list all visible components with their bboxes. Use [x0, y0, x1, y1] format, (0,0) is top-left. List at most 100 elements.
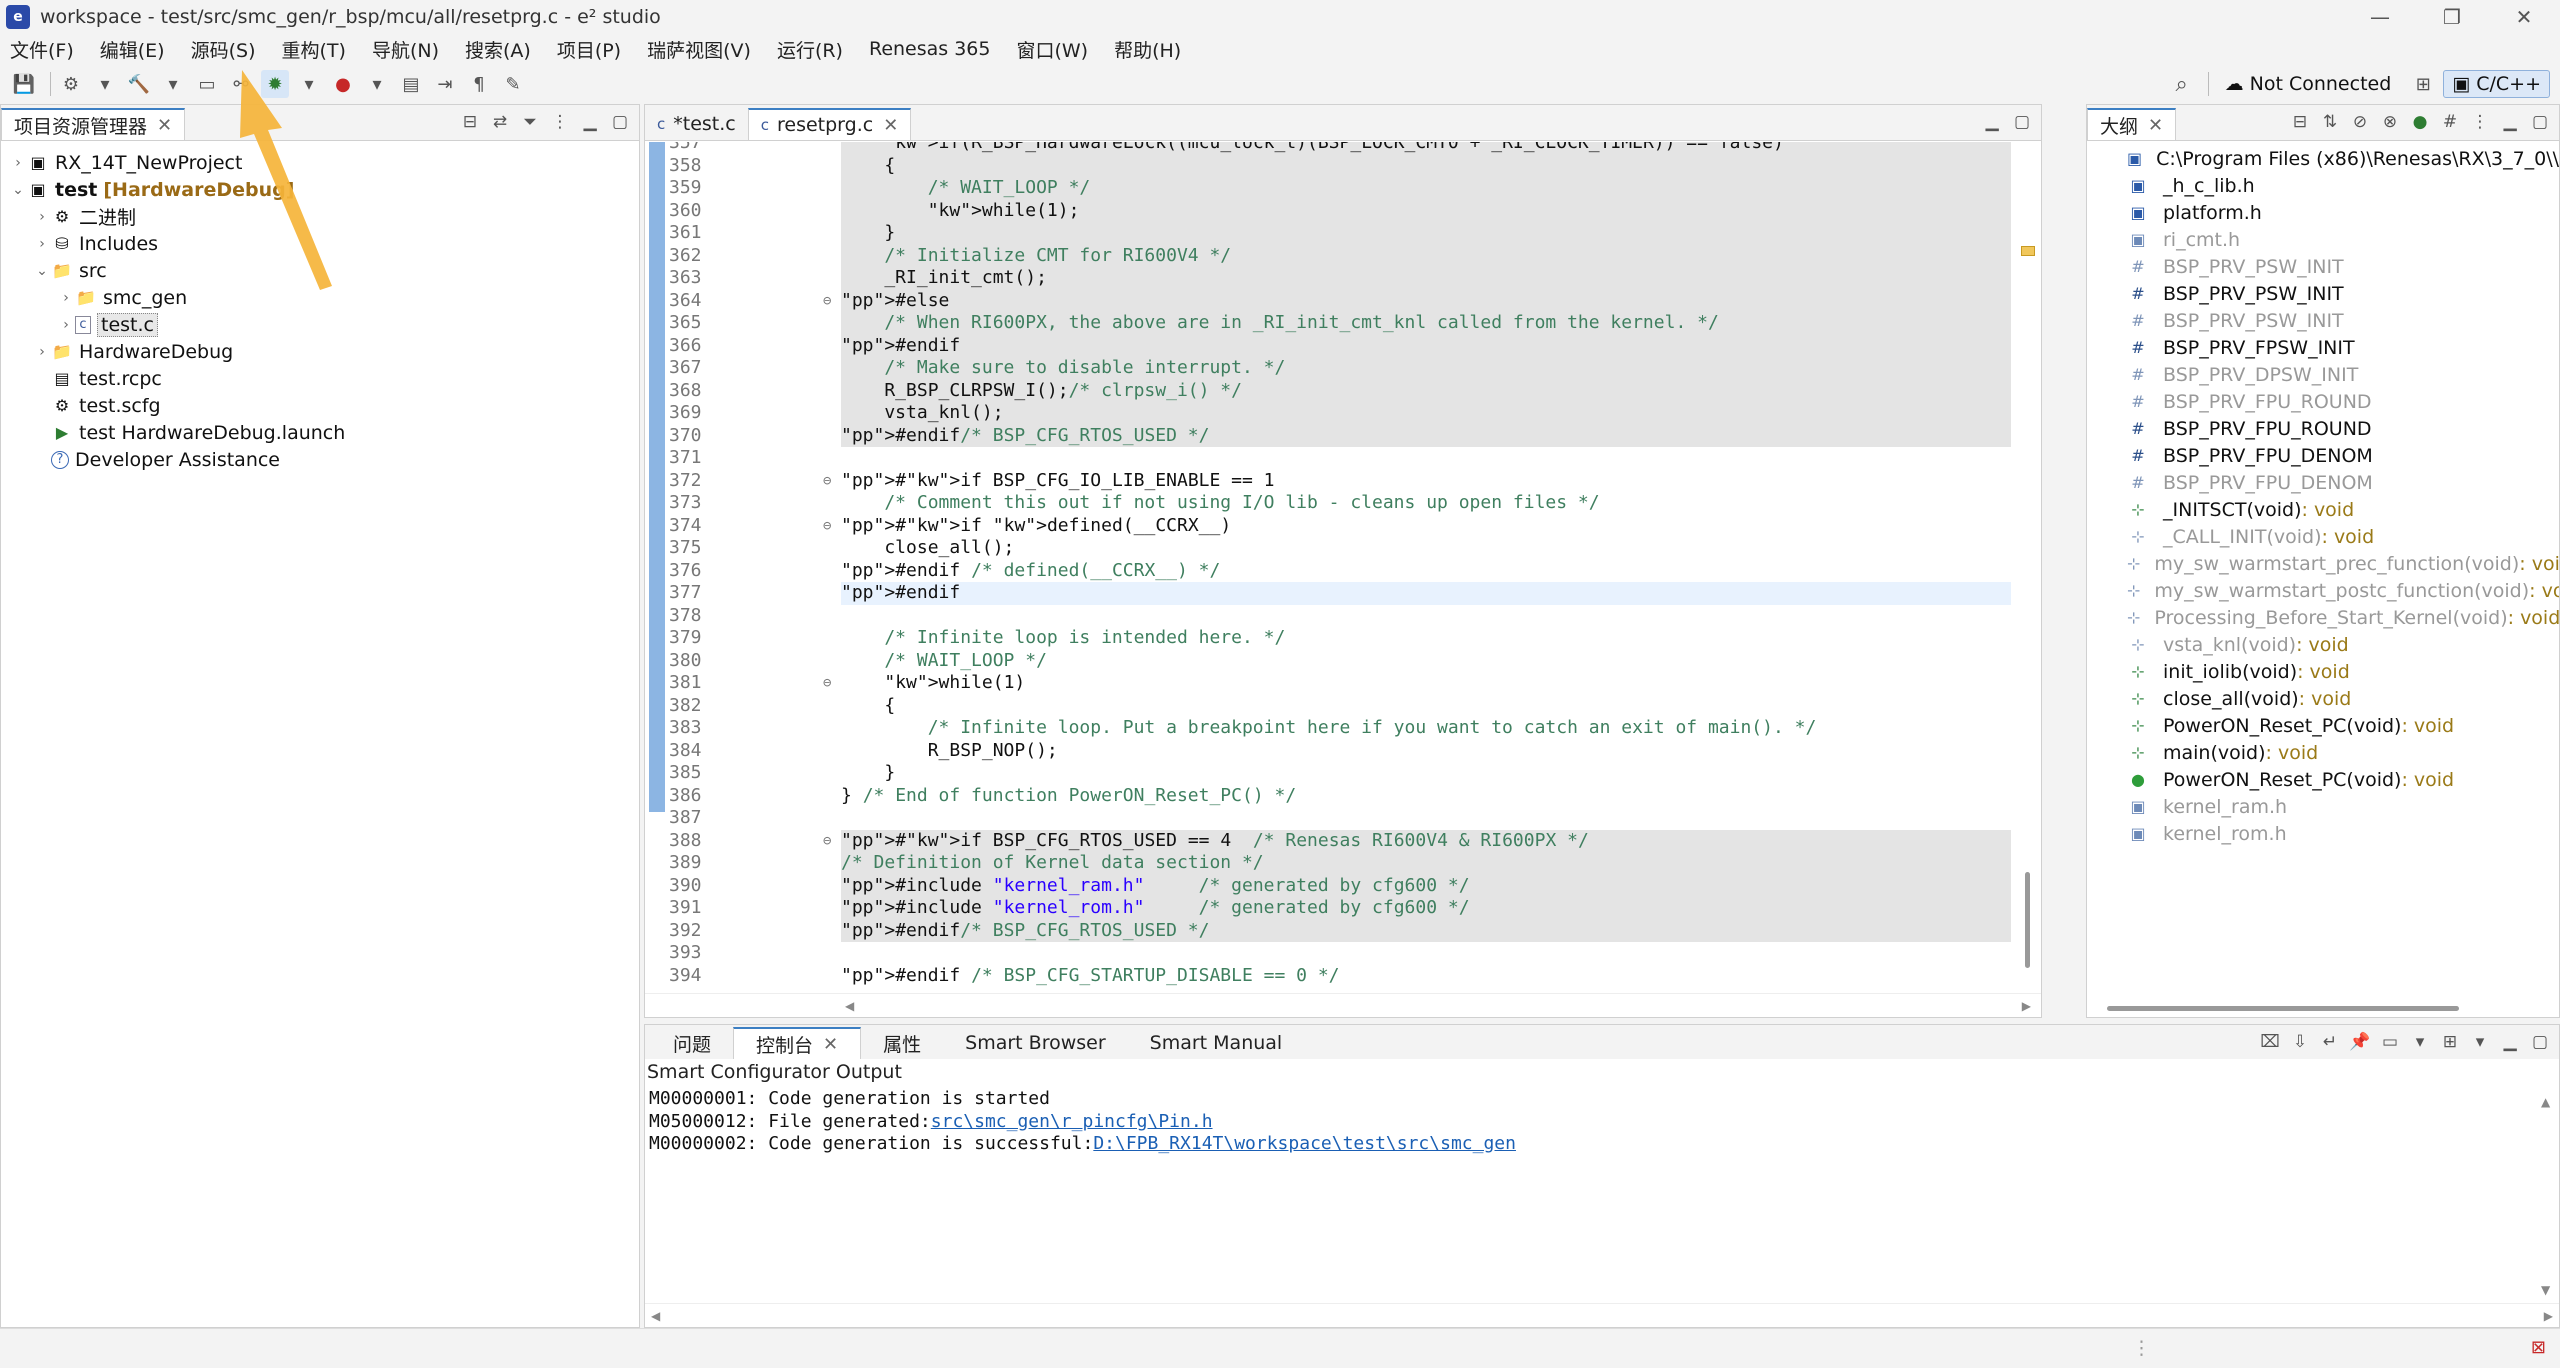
- code-line[interactable]: 361 }: [669, 222, 2011, 245]
- close-tab-icon[interactable]: ✕: [883, 115, 898, 136]
- hide-fields-icon[interactable]: ⊘: [2347, 109, 2373, 135]
- tab-outline[interactable]: 大纲 ✕: [2087, 108, 2177, 140]
- code-line[interactable]: 357 "kw">if(R_BSP_HardwareLock((mcu_lock…: [669, 142, 2011, 155]
- code-line[interactable]: 372 ⊖ "pp">#"kw">if BSP_CFG_IO_LIB_ENABLE …: [645, 470, 2011, 493]
- tree-item[interactable]: ⚙ test.scfg: [9, 392, 639, 419]
- tree-item[interactable]: ▶ test HardwareDebug.launch: [9, 419, 639, 446]
- code-line[interactable]: 389 /* Definition of Kernel data section …: [669, 852, 2011, 875]
- scroll-right-icon[interactable]: ▶: [2544, 1309, 2553, 1323]
- tab-bottom-4[interactable]: Smart Manual: [1127, 1027, 1305, 1059]
- scroll-right-icon[interactable]: ▶: [2022, 999, 2031, 1013]
- collapse-all-icon[interactable]: ⊟: [457, 109, 483, 135]
- outline-item[interactable]: ▣ kernel_rom.h: [2087, 820, 2559, 847]
- pen-icon[interactable]: ✎: [499, 70, 527, 98]
- minimize-view-icon[interactable]: ▁: [577, 109, 603, 135]
- maximize-view-icon[interactable]: ▢: [607, 109, 633, 135]
- close-tab-icon[interactable]: ✕: [2148, 115, 2163, 136]
- outline-item[interactable]: # BSP_PRV_PSW_INIT: [2087, 280, 2559, 307]
- code-line[interactable]: 362 /* Initialize CMT for RI600V4 */: [669, 244, 2011, 267]
- code-line[interactable]: 368 R_BSP_CLRPSW_I();/* clrpsw_i() */: [669, 379, 2011, 402]
- menu-item-5[interactable]: 搜索(A): [465, 36, 531, 63]
- code-line[interactable]: 364 ⊖ "pp">#else: [669, 289, 2011, 312]
- fold-toggle-icon[interactable]: ⊖: [823, 470, 837, 493]
- fold-toggle-icon[interactable]: ⊖: [823, 830, 837, 853]
- tab-project-explorer[interactable]: 项目资源管理器 ✕: [1, 108, 186, 140]
- console-vscroll[interactable]: ▲ ▼: [2541, 1095, 2555, 1297]
- tab-resetprg-c[interactable]: c resetprg.c ✕: [747, 108, 912, 140]
- tab-bottom-1[interactable]: 控制台 ✕: [733, 1027, 862, 1059]
- menu-item-8[interactable]: 运行(R): [777, 36, 843, 63]
- console-link[interactable]: src\smc_gen\r_pincfg\Pin.h: [931, 1111, 1213, 1132]
- outline-item[interactable]: ▣ kernel_ram.h: [2087, 793, 2559, 820]
- expand-toggle-icon[interactable]: ›: [33, 209, 51, 225]
- save-icon[interactable]: 💾: [10, 70, 38, 98]
- code-line[interactable]: 380 /* WAIT_LOOP */: [645, 650, 2011, 673]
- collapse-all-icon[interactable]: ⊟: [2287, 109, 2313, 135]
- scroll-left-icon[interactable]: ◀: [651, 1309, 660, 1323]
- tab-bottom-3[interactable]: Smart Browser: [943, 1027, 1128, 1059]
- console-hscroll[interactable]: ◀ ▶: [645, 1303, 2559, 1327]
- clear-console-icon[interactable]: ⌧: [2257, 1029, 2283, 1055]
- minimize-view-icon[interactable]: ▁: [1979, 109, 2005, 135]
- dropdown-arrow-icon[interactable]: ▾: [363, 70, 391, 98]
- tree-item[interactable]: › c test.c: [9, 311, 639, 338]
- outline-item[interactable]: ▣ platform.h: [2087, 199, 2559, 226]
- display-console-icon[interactable]: ▭: [2377, 1029, 2403, 1055]
- fold-toggle-icon[interactable]: ⊖: [823, 515, 837, 538]
- hide-macros-icon[interactable]: #: [2437, 109, 2463, 135]
- outline-item[interactable]: # BSP_PRV_PSW_INIT: [2087, 307, 2559, 334]
- code-line[interactable]: 358 {: [669, 154, 2011, 177]
- build-hammer-icon[interactable]: 🔨: [125, 70, 153, 98]
- pin-console-icon[interactable]: 📌: [2347, 1029, 2373, 1055]
- settings-icon[interactable]: ⚙: [57, 70, 85, 98]
- scroll-left-icon[interactable]: ◀: [845, 999, 854, 1013]
- editor-hscroll[interactable]: ◀ ▶: [645, 993, 2041, 1017]
- view-menu-icon[interactable]: ⋮: [2467, 109, 2493, 135]
- tree-item[interactable]: ▤ test.rcpc: [9, 365, 639, 392]
- code-line[interactable]: 384 R_BSP_NOP();: [645, 740, 2011, 763]
- outline-item[interactable]: # BSP_PRV_FPSW_INIT: [2087, 334, 2559, 361]
- outline-item[interactable]: # BSP_PRV_FPU_ROUND: [2087, 415, 2559, 442]
- code-line[interactable]: 377 "pp">#endif: [669, 582, 2011, 605]
- scroll-thumb[interactable]: [2025, 872, 2030, 968]
- perspective-cpp[interactable]: ▣ C/C++: [2443, 70, 2550, 98]
- code-line[interactable]: 393: [645, 942, 2011, 965]
- expand-toggle-icon[interactable]: ›: [33, 236, 51, 252]
- tab-test-c[interactable]: c *test.c: [645, 108, 748, 140]
- menu-item-4[interactable]: 导航(N): [372, 36, 439, 63]
- code-line[interactable]: 382 {: [645, 695, 2011, 718]
- tab-bottom-2[interactable]: 属性: [861, 1027, 944, 1059]
- expand-toggle-icon[interactable]: ›: [57, 317, 75, 333]
- outline-item[interactable]: # BSP_PRV_FPU_DENOM: [2087, 442, 2559, 469]
- code-editor[interactable]: 357 "kw">if(R_BSP_HardwareLock((mcu_lock…: [645, 142, 2041, 993]
- code-line[interactable]: 376 "pp">#endif /* defined(__CCRX__) */: [645, 560, 2011, 583]
- code-line[interactable]: 381 ⊖ "kw">while(1): [645, 672, 2011, 695]
- code-line[interactable]: 371: [645, 447, 2011, 470]
- dropdown-arrow-icon[interactable]: ▾: [159, 70, 187, 98]
- code-line[interactable]: 388 ⊖ "pp">#"kw">if BSP_CFG_RTOS_USED == 4…: [669, 829, 2011, 852]
- code-line[interactable]: 379 /* Infinite loop is intended here. *…: [645, 627, 2011, 650]
- code-line[interactable]: 394 "pp">#endif /* BSP_CFG_STARTUP_DISABL…: [645, 965, 2011, 988]
- code-line[interactable]: 374 ⊖ "pp">#"kw">if "kw">defined(__CCRX__): [645, 515, 2011, 538]
- menu-item-0[interactable]: 文件(F): [10, 36, 74, 63]
- open-perspective-icon[interactable]: ⊞: [2409, 70, 2437, 98]
- code-line[interactable]: 370 "pp">#endif/* BSP_CFG_RTOS_USED */: [669, 424, 2011, 447]
- maximize-view-icon[interactable]: ▢: [2527, 1029, 2553, 1055]
- code-line[interactable]: 378: [645, 605, 2011, 628]
- outline-item[interactable]: ⊹ _CALL_INIT(void) : void: [2087, 523, 2559, 550]
- minimize-view-icon[interactable]: ▁: [2497, 1029, 2523, 1055]
- sort-icon[interactable]: ⇅: [2317, 109, 2343, 135]
- maximize-view-icon[interactable]: ▢: [2009, 109, 2035, 135]
- dropdown-arrow-icon[interactable]: ▾: [2407, 1029, 2433, 1055]
- outline-item[interactable]: ⊹ _INITSCT(void) : void: [2087, 496, 2559, 523]
- view-menu-icon[interactable]: ⋮: [547, 109, 573, 135]
- tree-item[interactable]: ? Developer Assistance: [9, 446, 639, 473]
- step-icon[interactable]: ⇥: [431, 70, 459, 98]
- outline-item[interactable]: # BSP_PRV_FPU_DENOM: [2087, 469, 2559, 496]
- outline-item[interactable]: ⊹ PowerON_Reset_PC(void) : void: [2087, 712, 2559, 739]
- outline-item[interactable]: # BSP_PRV_DPSW_INIT: [2087, 361, 2559, 388]
- tree-item[interactable]: › 📁 HardwareDebug: [9, 338, 639, 365]
- console-link[interactable]: D:\FPB_RX14T\workspace\test\src\smc_gen: [1093, 1133, 1516, 1154]
- code-line[interactable]: 360 "kw">while(1);: [669, 199, 2011, 222]
- code-line[interactable]: 375 close_all();: [645, 537, 2011, 560]
